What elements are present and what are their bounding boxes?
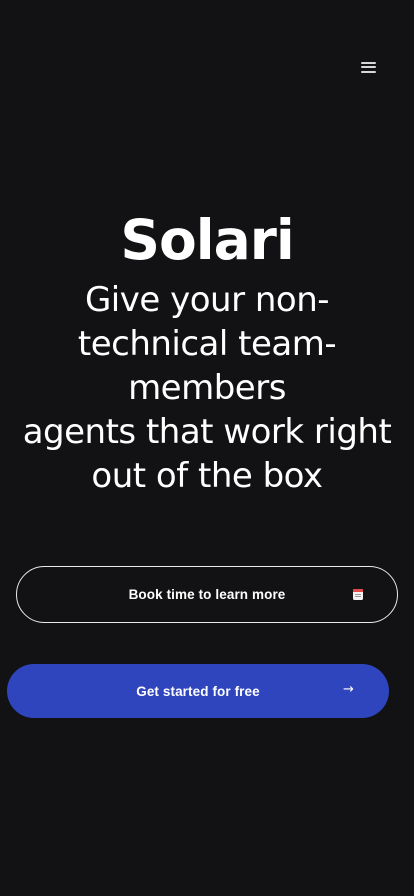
hero-subtitle-line: out of the box bbox=[91, 456, 323, 496]
menu-button[interactable] bbox=[356, 57, 380, 77]
get-started-label: Get started for free bbox=[136, 683, 260, 699]
hero-subtitle-line: technical team- bbox=[77, 324, 337, 364]
hero-subtitle-line: agents that work right bbox=[22, 412, 392, 452]
book-time-label: Book time to learn more bbox=[128, 587, 286, 602]
hamburger-menu-icon bbox=[360, 61, 376, 73]
arrow-right-icon: → bbox=[343, 682, 354, 697]
hero-section: Solari Give your non- technical team- me… bbox=[0, 208, 414, 498]
book-time-button[interactable]: Book time to learn more bbox=[16, 566, 398, 623]
get-started-button[interactable]: Get started for free → bbox=[7, 664, 389, 718]
page-title: Solari bbox=[120, 208, 294, 272]
calendar-icon bbox=[353, 589, 363, 600]
hero-subtitle: Give your non- technical team- members a… bbox=[0, 278, 414, 498]
hero-subtitle-line: Give your non- bbox=[84, 280, 330, 320]
hero-subtitle-line: members bbox=[128, 368, 286, 408]
